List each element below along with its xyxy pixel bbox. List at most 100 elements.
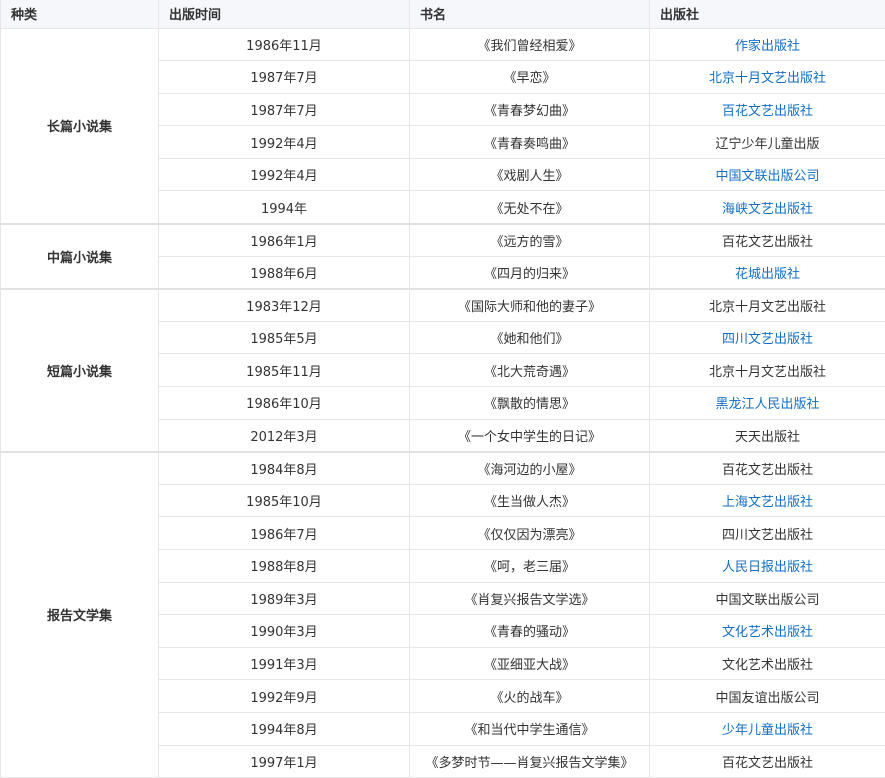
category-cell: 短篇小说集 — [1, 289, 159, 452]
publisher-cell: 中国友谊出版公司 — [650, 680, 885, 713]
date-cell: 1992年9月 — [159, 680, 410, 713]
category-cell: 中篇小说集 — [1, 224, 159, 289]
table-row: 报告文学集1984年8月《海河边的小屋》百花文艺出版社 — [1, 452, 885, 485]
publisher-cell: 百花文艺出版社 — [650, 452, 885, 485]
publisher-cell: 作家出版社 — [650, 28, 885, 61]
date-cell: 1988年6月 — [159, 256, 410, 289]
title-cell: 《戏剧人生》 — [410, 158, 650, 191]
title-cell: 《一个女中学生的日记》 — [410, 419, 650, 452]
title-cell: 《四月的归来》 — [410, 256, 650, 289]
title-cell: 《和当代中学生通信》 — [410, 712, 650, 745]
publisher-cell: 百花文艺出版社 — [650, 745, 885, 778]
date-cell: 1994年 — [159, 191, 410, 224]
publisher-text: 天天出版社 — [735, 430, 800, 445]
date-cell: 1992年4月 — [159, 126, 410, 159]
date-cell: 2012年3月 — [159, 419, 410, 452]
publisher-cell: 四川文艺出版社 — [650, 517, 885, 550]
publisher-text: 辽宁少年儿童出版 — [715, 137, 819, 152]
date-cell: 1986年1月 — [159, 224, 410, 257]
publisher-cell: 中国文联出版公司 — [650, 582, 885, 615]
date-cell: 1985年5月 — [159, 321, 410, 354]
publisher-link[interactable]: 少年儿童出版社 — [722, 723, 813, 738]
publisher-link[interactable]: 文化艺术出版社 — [722, 625, 813, 640]
publisher-text: 百花文艺出版社 — [722, 463, 813, 478]
publisher-cell: 北京十月文艺出版社 — [650, 289, 885, 322]
publisher-link[interactable]: 海峡文艺出版社 — [722, 202, 813, 217]
title-cell: 《青春梦幻曲》 — [410, 93, 650, 126]
date-cell: 1987年7月 — [159, 61, 410, 94]
publisher-cell: 四川文艺出版社 — [650, 321, 885, 354]
publisher-cell: 辽宁少年儿童出版 — [650, 126, 885, 159]
title-cell: 《亚细亚大战》 — [410, 647, 650, 680]
title-cell: 《北大荒奇遇》 — [410, 354, 650, 387]
title-cell: 《呵，老三届》 — [410, 550, 650, 583]
publisher-text: 中国文联出版公司 — [715, 593, 819, 608]
title-cell: 《她和他们》 — [410, 321, 650, 354]
publisher-link[interactable]: 作家出版社 — [735, 39, 800, 54]
title-cell: 《无处不在》 — [410, 191, 650, 224]
publisher-link[interactable]: 四川文艺出版社 — [722, 332, 813, 347]
publisher-text: 四川文艺出版社 — [722, 528, 813, 543]
publisher-link[interactable]: 人民日报出版社 — [722, 560, 813, 575]
date-cell: 1983年12月 — [159, 289, 410, 322]
title-cell: 《多梦时节——肖复兴报告文学集》 — [410, 745, 650, 778]
title-cell: 《早恋》 — [410, 61, 650, 94]
category-cell: 报告文学集 — [1, 452, 159, 778]
publisher-cell: 北京十月文艺出版社 — [650, 61, 885, 94]
title-cell: 《火的战车》 — [410, 680, 650, 713]
publisher-link[interactable]: 黑龙江人民出版社 — [715, 397, 819, 412]
publisher-link[interactable]: 上海文艺出版社 — [722, 495, 813, 510]
publisher-text: 北京十月文艺出版社 — [709, 365, 826, 380]
publisher-text: 百花文艺出版社 — [722, 235, 813, 250]
title-cell: 《仅仅因为漂亮》 — [410, 517, 650, 550]
date-cell: 1986年11月 — [159, 28, 410, 61]
date-cell: 1994年8月 — [159, 712, 410, 745]
date-cell: 1987年7月 — [159, 93, 410, 126]
publisher-cell: 上海文艺出版社 — [650, 484, 885, 517]
publisher-cell: 中国文联出版公司 — [650, 158, 885, 191]
column-header-date: 出版时间 — [159, 0, 410, 28]
title-cell: 《青春的骚动》 — [410, 615, 650, 648]
title-cell: 《飘散的情思》 — [410, 387, 650, 420]
date-cell: 1991年3月 — [159, 647, 410, 680]
publisher-text: 文化艺术出版社 — [722, 658, 813, 673]
title-cell: 《我们曾经相爱》 — [410, 28, 650, 61]
publisher-text: 中国友谊出版公司 — [715, 691, 819, 706]
date-cell: 1986年10月 — [159, 387, 410, 420]
publisher-cell: 文化艺术出版社 — [650, 615, 885, 648]
column-header-title: 书名 — [410, 0, 650, 28]
publisher-link[interactable]: 北京十月文艺出版社 — [709, 71, 826, 86]
publisher-cell: 北京十月文艺出版社 — [650, 354, 885, 387]
publisher-cell: 人民日报出版社 — [650, 550, 885, 583]
table-row: 中篇小说集1986年1月《远方的雪》百花文艺出版社 — [1, 224, 885, 257]
date-cell: 1984年8月 — [159, 452, 410, 485]
date-cell: 1990年3月 — [159, 615, 410, 648]
title-cell: 《青春奏鸣曲》 — [410, 126, 650, 159]
publisher-cell: 少年儿童出版社 — [650, 712, 885, 745]
title-cell: 《生当做人杰》 — [410, 484, 650, 517]
date-cell: 1985年11月 — [159, 354, 410, 387]
publisher-cell: 花城出版社 — [650, 256, 885, 289]
date-cell: 1985年10月 — [159, 484, 410, 517]
column-header-publisher: 出版社 — [650, 0, 885, 28]
table-header-row: 种类 出版时间 书名 出版社 — [1, 0, 885, 28]
publisher-cell: 文化艺术出版社 — [650, 647, 885, 680]
title-cell: 《肖复兴报告文学选》 — [410, 582, 650, 615]
publisher-link[interactable]: 花城出版社 — [735, 267, 800, 282]
publisher-link[interactable]: 中国文联出版公司 — [715, 169, 819, 184]
publisher-cell: 黑龙江人民出版社 — [650, 387, 885, 420]
publisher-cell: 海峡文艺出版社 — [650, 191, 885, 224]
date-cell: 1988年8月 — [159, 550, 410, 583]
title-cell: 《海河边的小屋》 — [410, 452, 650, 485]
publisher-cell: 天天出版社 — [650, 419, 885, 452]
table-row: 短篇小说集1983年12月《国际大师和他的妻子》北京十月文艺出版社 — [1, 289, 885, 322]
publications-table: 种类 出版时间 书名 出版社 长篇小说集1986年11月《我们曾经相爱》 作家出版… — [0, 0, 885, 778]
publisher-link[interactable]: 百花文艺出版社 — [722, 104, 813, 119]
column-header-category: 种类 — [1, 0, 159, 28]
title-cell: 《远方的雪》 — [410, 224, 650, 257]
publisher-text: 北京十月文艺出版社 — [709, 300, 826, 315]
date-cell: 1992年4月 — [159, 158, 410, 191]
title-cell: 《国际大师和他的妻子》 — [410, 289, 650, 322]
date-cell: 1997年1月 — [159, 745, 410, 778]
category-cell: 长篇小说集 — [1, 28, 159, 224]
